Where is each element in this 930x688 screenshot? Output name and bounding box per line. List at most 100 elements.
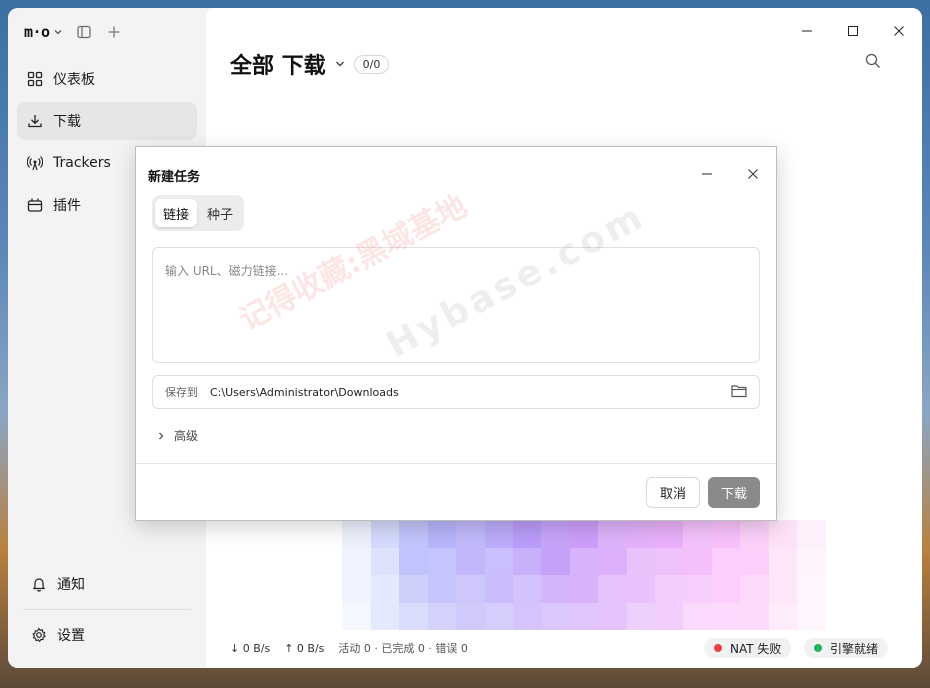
pixel-cell [797,547,826,575]
pixel-cell [342,575,371,603]
pixel-cell [456,520,485,548]
tab-torrent[interactable]: 种子 [199,199,241,227]
pixel-cell [569,547,599,575]
sidebar-toggle-icon[interactable] [74,22,94,42]
pixel-cell [314,548,342,576]
search-icon[interactable] [864,52,884,72]
minimize-icon[interactable] [784,20,830,42]
plus-icon[interactable] [104,22,124,42]
nat-status-dot [714,644,722,652]
download-button[interactable]: 下载 [708,477,760,508]
pixel-cell [541,520,570,548]
pixel-cell [598,575,627,603]
pixel-cell [512,547,542,575]
page-title[interactable]: 全部 下载 [230,48,326,80]
chevron-right-icon [159,432,164,439]
pixel-cell [740,575,769,603]
nat-status-label: NAT 失败 [730,641,782,656]
pixel-cell [541,602,570,630]
pixel-cell [826,575,854,603]
pixel-cell [370,520,400,548]
sidebar-item-downloads[interactable]: 下载 [17,102,197,140]
engine-status-badge[interactable]: 引擎就绪 [804,638,889,658]
status-bar: ↓ 0 B/s ↑ 0 B/s 活动 0 · 已完成 0 · 错误 0 NAT … [206,628,922,668]
pixel-cell [740,520,769,548]
pixel-cell [484,602,513,630]
pixel-cell [512,520,542,548]
save-location-field[interactable]: 保存到 C:\Users\Administrator\Downloads [152,375,760,409]
pixel-cell [768,547,798,575]
pixel-cell [826,603,854,631]
advanced-label: 高级 [174,429,199,443]
empty-state-illustration [314,520,854,630]
pixel-cell [370,547,400,575]
pixel-cell [626,602,656,630]
pixel-cell [427,602,457,630]
window-controls [784,20,922,42]
pixel-cell [427,520,457,548]
dialog-minimize-icon[interactable] [696,163,718,185]
sidebar-item-settings[interactable]: 设置 [17,616,197,654]
chevron-down-icon[interactable] [52,22,64,42]
chevron-down-icon[interactable] [334,55,346,74]
save-location-path: C:\Users\Administrator\Downloads [210,385,399,399]
sidebar-item-label: 插件 [53,198,81,214]
maximize-icon[interactable] [830,20,876,42]
pixel-cell [456,602,485,630]
sidebar-item-label: 设置 [57,628,85,644]
pixel-cell [399,575,428,603]
sidebar-divider [23,609,191,610]
sidebar-bottom: 通知 设置 [17,565,197,658]
pixel-cell [797,520,826,548]
pixel-cell [512,602,542,630]
pixel-cell [427,575,457,603]
dialog-divider [136,463,776,464]
pixel-cell [512,575,542,603]
close-icon[interactable] [876,20,922,42]
pixel-cell [797,602,826,630]
pixel-cell [314,575,342,603]
pixel-cell [711,520,741,548]
sidebar-item-dashboard[interactable]: 仪表板 [17,60,197,98]
pixel-cell [484,547,513,575]
pixel-cell [711,547,741,575]
page-header: 全部 下载 0/0 [230,48,390,80]
cancel-button[interactable]: 取消 [646,477,700,508]
pixel-cell [655,602,684,630]
bell-icon [32,578,46,592]
pixel-cell [427,547,457,575]
folder-icon[interactable] [731,384,747,401]
app-logo: m·o [24,23,50,41]
sidebar-item-label: 通知 [57,577,85,593]
pixel-cell [683,547,712,575]
gear-icon [32,627,46,643]
nat-status-badge[interactable]: NAT 失败 [704,638,792,658]
pixel-cell [456,575,485,603]
download-icon [28,115,42,128]
pixel-cell [456,547,485,575]
pixel-cell [626,547,656,575]
pixel-cell [768,575,798,603]
pixel-cell [314,603,342,631]
tab-link[interactable]: 链接 [155,199,198,227]
pixel-cell [797,575,826,603]
upload-speed: ↑ 0 B/s [284,641,325,655]
url-input[interactable] [152,247,760,363]
pixel-cell [569,520,599,548]
dialog-close-icon[interactable] [742,163,764,185]
pixel-cell [484,575,513,603]
plugin-icon [27,198,43,212]
sidebar-item-label: 仪表板 [53,72,95,88]
sidebar-item-notifications[interactable]: 通知 [17,565,197,603]
pixel-cell [683,602,712,630]
dialog-title: 新建任务 [148,170,201,185]
engine-status-dot [814,644,822,652]
pixel-cell [370,602,400,630]
engine-status-label: 引擎就绪 [830,641,879,656]
advanced-toggle[interactable]: 高级 [156,427,198,444]
pixel-cell [342,520,371,548]
pixel-cell [342,547,371,575]
download-speed: ↓ 0 B/s [230,641,271,655]
pixel-cell [342,602,371,630]
download-count-badge: 0/0 [353,54,390,74]
